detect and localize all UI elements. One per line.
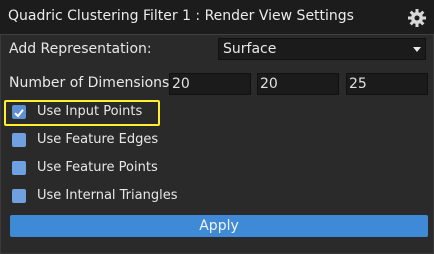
checkbox-label: Use Feature Edges	[37, 132, 159, 147]
checkbox-unchecked-icon	[12, 161, 26, 175]
checkbox-label: Use Feature Points	[37, 160, 158, 175]
gear-icon[interactable]	[406, 7, 428, 29]
use-feature-edges-checkbox[interactable]: Use Feature Edges	[10, 130, 210, 152]
checkbox-checked-icon	[12, 105, 26, 119]
representation-dropdown[interactable]: Surface	[218, 38, 426, 60]
dimension-y-field[interactable]: 20	[257, 73, 339, 95]
checkbox-unchecked-icon	[12, 133, 26, 147]
dimension-z-field[interactable]: 25	[346, 73, 428, 95]
number-of-dimensions-label: Number of Dimensions :	[9, 75, 179, 91]
use-feature-points-checkbox[interactable]: Use Feature Points	[10, 158, 210, 180]
apply-button[interactable]: Apply	[10, 215, 428, 237]
checkbox-unchecked-icon	[12, 189, 26, 203]
dimension-x-field[interactable]: 20	[169, 73, 251, 95]
representation-value: Surface	[223, 41, 277, 57]
chevron-down-icon	[413, 47, 421, 52]
panel-title: Quadric Clustering Filter 1 : Render Vie…	[8, 8, 354, 24]
use-internal-triangles-checkbox[interactable]: Use Internal Triangles	[10, 186, 210, 208]
use-input-points-checkbox[interactable]: Use Input Points	[10, 102, 210, 124]
add-representation-label: Add Representation:	[9, 41, 152, 57]
checkbox-label: Use Input Points	[37, 104, 143, 119]
checkbox-label: Use Internal Triangles	[37, 188, 178, 203]
title-bar: Quadric Clustering Filter 1 : Render Vie…	[0, 0, 434, 35]
